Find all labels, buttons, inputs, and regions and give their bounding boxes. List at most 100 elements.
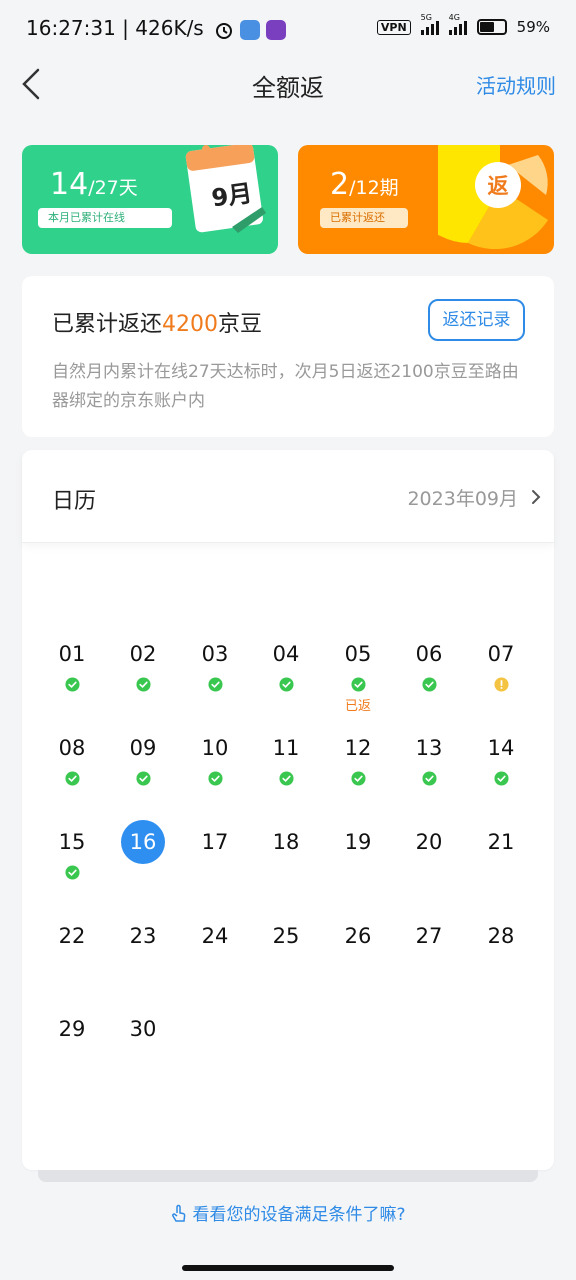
calendar-day-11[interactable]: 11 bbox=[251, 726, 321, 806]
signal-5g-icon: 5G bbox=[420, 13, 439, 35]
day-number: 29 bbox=[58, 1017, 86, 1041]
check-circle-icon bbox=[207, 677, 223, 692]
battery-icon bbox=[476, 19, 507, 35]
day-number: 04 bbox=[272, 642, 300, 666]
warning-circle-icon bbox=[493, 677, 509, 692]
month-selector[interactable]: 2023年09月 bbox=[407, 484, 518, 511]
day-number: 19 bbox=[344, 830, 372, 854]
day-number: 02 bbox=[129, 642, 157, 666]
online-tag: 本月已累计在线 bbox=[38, 208, 172, 228]
day-number: 27 bbox=[415, 924, 443, 948]
check-circle-icon bbox=[64, 771, 80, 786]
calendar-day-08[interactable]: 08 bbox=[37, 726, 107, 806]
calendar-day-21[interactable]: 21 bbox=[466, 820, 536, 900]
day-number: 12 bbox=[344, 736, 372, 760]
calendar-day-25[interactable]: 25 bbox=[251, 914, 321, 994]
home-indicator[interactable] bbox=[182, 1265, 394, 1271]
calendar-day-04[interactable]: 04 bbox=[251, 632, 321, 712]
calendar-day-06[interactable]: 06 bbox=[394, 632, 464, 712]
calendar-day-22[interactable]: 22 bbox=[37, 914, 107, 994]
calendar-day-26[interactable]: 26 bbox=[323, 914, 393, 994]
calendar-day-17[interactable]: 17 bbox=[180, 820, 250, 900]
check-circle-icon bbox=[278, 677, 294, 692]
device-check-link[interactable]: 看看您的设备满足条件了嘛? bbox=[0, 1200, 576, 1225]
day-number: 09 bbox=[129, 736, 157, 760]
day-number: 24 bbox=[201, 924, 229, 948]
day-number: 07 bbox=[487, 642, 515, 666]
calendar-header: 日历 2023年09月 bbox=[22, 450, 554, 543]
day-number: 22 bbox=[58, 924, 86, 948]
calendar-day-05[interactable]: 05 已返 bbox=[323, 632, 393, 714]
check-circle-icon bbox=[64, 865, 80, 880]
calendar-title: 日历 bbox=[52, 489, 97, 514]
chevron-right-icon[interactable] bbox=[528, 488, 544, 506]
calendar-day-03[interactable]: 03 bbox=[180, 632, 250, 712]
check-circle-icon bbox=[421, 677, 437, 692]
calendar-day-15[interactable]: 15 bbox=[37, 820, 107, 900]
day-number: 03 bbox=[201, 642, 229, 666]
day-number: 14 bbox=[487, 736, 515, 760]
returned-tag: 已累计返还 bbox=[320, 208, 408, 228]
check-circle-icon bbox=[350, 771, 366, 786]
activity-rules-link[interactable]: 活动规则 bbox=[476, 70, 556, 99]
header: 全额返 活动规则 bbox=[0, 56, 576, 112]
check-circle-icon bbox=[135, 677, 151, 692]
calendar-illustration-icon: 9月 bbox=[185, 145, 266, 233]
check-circle-icon bbox=[421, 771, 437, 786]
calendar-day-24[interactable]: 24 bbox=[180, 914, 250, 994]
day-number: 15 bbox=[58, 830, 86, 854]
calendar-day-19[interactable]: 19 bbox=[323, 820, 393, 900]
calendar-day-20[interactable]: 20 bbox=[394, 820, 464, 900]
calendar-card: 日历 2023年09月 01 02 03 04 05 已返 06 07 08 09 10 11 12 13… bbox=[22, 450, 554, 1170]
calendar-day-14[interactable]: 14 bbox=[466, 726, 536, 806]
calendar-day-23[interactable]: 23 bbox=[108, 914, 178, 994]
returned-count: 2 bbox=[330, 167, 350, 202]
calendar-day-07[interactable]: 07 bbox=[466, 632, 536, 712]
day-number: 01 bbox=[58, 642, 86, 666]
returned-total-text: 已累计返还4200京豆 bbox=[52, 312, 263, 337]
check-circle-icon bbox=[278, 771, 294, 786]
check-circle-icon bbox=[493, 771, 509, 786]
signal-4g-icon: 4G bbox=[448, 13, 467, 35]
online-total: /27天 bbox=[88, 177, 138, 199]
calendar-day-30[interactable]: 30 bbox=[108, 1007, 178, 1087]
calendar-day-10[interactable]: 10 bbox=[180, 726, 250, 806]
device-check-text: 看看您的设备满足条件了嘛? bbox=[192, 1205, 406, 1225]
app-notification-icon bbox=[240, 19, 261, 40]
battery-percent: 59% bbox=[516, 18, 550, 36]
day-note: 已返 bbox=[344, 699, 371, 714]
calendar-day-09[interactable]: 09 bbox=[108, 726, 178, 806]
return-record-button[interactable]: 返还记录 bbox=[428, 299, 525, 341]
calendar-day-16[interactable]: 16 bbox=[108, 820, 178, 900]
returned-total: /12期 bbox=[349, 177, 399, 199]
calendar-day-28[interactable]: 28 bbox=[466, 914, 536, 994]
calendar-illustration-label: 9月 bbox=[210, 179, 254, 212]
day-number: 08 bbox=[58, 736, 86, 760]
calendar-day-01[interactable]: 01 bbox=[37, 632, 107, 712]
day-number: 30 bbox=[129, 1017, 157, 1041]
returned-periods-banner: 2/12期 已累计返还 返 bbox=[298, 145, 554, 254]
vpn-indicator: VPN bbox=[376, 19, 411, 35]
day-number: 25 bbox=[272, 924, 300, 948]
calendar-day-12[interactable]: 12 bbox=[323, 726, 393, 806]
refund-pie-icon: 返 bbox=[438, 145, 548, 250]
check-circle-icon bbox=[207, 771, 223, 786]
calendar-day-29[interactable]: 29 bbox=[37, 1007, 107, 1087]
calendar-day-18[interactable]: 18 bbox=[251, 820, 321, 900]
day-number: 21 bbox=[487, 830, 515, 854]
summary-card: 已累计返还4200京豆 返还记录 自然月内累计在线27天达标时，次月5日返还21… bbox=[22, 276, 554, 437]
app-notification-icon bbox=[266, 19, 287, 40]
calendar-day-13[interactable]: 13 bbox=[394, 726, 464, 806]
status-time: 16:27:31 | 426K/s bbox=[26, 16, 204, 40]
day-number: 17 bbox=[201, 830, 229, 854]
online-days-banner: 14/27天 本月已累计在线 9月 bbox=[22, 145, 278, 254]
day-number: 11 bbox=[272, 736, 300, 760]
refund-badge-label: 返 bbox=[488, 174, 509, 198]
day-number: 26 bbox=[344, 924, 372, 948]
calendar-day-02[interactable]: 02 bbox=[108, 632, 178, 712]
calendar-day-27[interactable]: 27 bbox=[394, 914, 464, 994]
check-circle-icon bbox=[64, 677, 80, 692]
online-count: 14 bbox=[50, 167, 89, 202]
day-number: 20 bbox=[415, 830, 443, 854]
day-number: 13 bbox=[415, 736, 443, 760]
